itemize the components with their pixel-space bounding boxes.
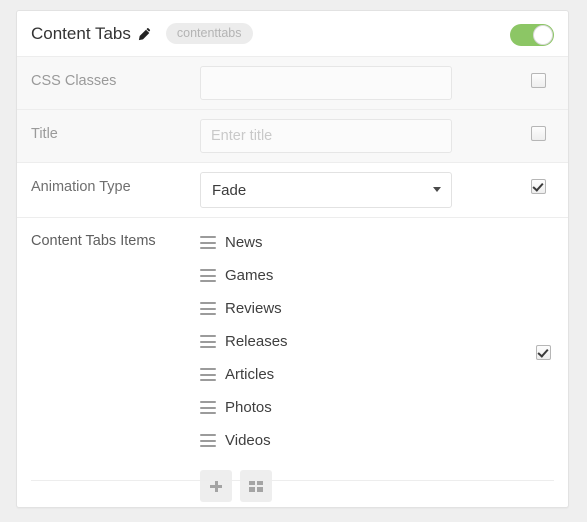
page-title: Content Tabs: [31, 23, 131, 43]
drag-handle-icon[interactable]: [200, 302, 216, 315]
list-item[interactable]: Reviews: [200, 292, 508, 325]
row-animation-type: Animation Type Fade: [17, 162, 568, 217]
row-field-title: [200, 110, 508, 162]
list-item-label: Reviews: [225, 300, 282, 317]
row-label-animation-type: Animation Type: [31, 179, 131, 195]
pencil-icon[interactable]: [138, 27, 152, 41]
list-item-label: Articles: [225, 366, 275, 383]
override-checkbox-title[interactable]: [530, 126, 546, 141]
row-field-animation-type: Fade: [200, 163, 508, 217]
row-field-css-classes: [200, 57, 508, 109]
row-label-css-classes: CSS Classes: [31, 73, 117, 89]
list-item[interactable]: News: [200, 226, 508, 259]
list-item[interactable]: Photos: [200, 391, 508, 424]
row-label-content-tabs-items: Content Tabs Items: [31, 233, 156, 249]
css-classes-input[interactable]: [200, 66, 452, 100]
toggle-knob: [533, 25, 553, 45]
list-item-label: Videos: [225, 432, 271, 449]
list-item[interactable]: Releases: [200, 325, 508, 358]
enable-toggle[interactable]: [510, 24, 554, 46]
settings-rows: CSS Classes Title Animation Type Fa: [17, 56, 568, 502]
list-item-label: News: [225, 234, 263, 251]
title-input[interactable]: [200, 119, 452, 153]
override-checkbox-css-classes[interactable]: [530, 73, 546, 88]
list-item-label: Releases: [225, 333, 288, 350]
panel-header: Content Tabs contenttabs: [17, 11, 568, 56]
row-css-classes: CSS Classes: [17, 56, 568, 109]
row-check-animation-type: [508, 163, 568, 194]
list-item-label: Photos: [225, 399, 272, 416]
row-content-tabs-items: Content Tabs Items News Games Reviews Re…: [17, 217, 568, 502]
content-tabs-items-list: News Games Reviews Releases Articles Pho…: [200, 218, 508, 502]
list-item[interactable]: Videos: [200, 424, 508, 457]
drag-handle-icon[interactable]: [200, 434, 216, 447]
row-check-css-classes: [508, 57, 568, 88]
machine-name-badge: contenttabs: [165, 22, 253, 45]
row-check-title: [508, 110, 568, 141]
drag-handle-icon[interactable]: [200, 368, 216, 381]
drag-handle-icon[interactable]: [200, 401, 216, 414]
list-item-label: Games: [225, 267, 274, 284]
drag-handle-icon[interactable]: [200, 269, 216, 282]
list-item[interactable]: Articles: [200, 358, 508, 391]
drag-handle-icon[interactable]: [200, 236, 216, 249]
override-checkbox-content-tabs-items[interactable]: [536, 345, 551, 360]
override-checkbox-animation-type[interactable]: [530, 179, 546, 194]
content-tabs-panel: Content Tabs contenttabs CSS Classes Tit…: [16, 10, 569, 508]
animation-type-select-wrap: Fade: [200, 172, 452, 208]
panel-footer: [31, 480, 554, 507]
row-label-title: Title: [31, 126, 58, 142]
animation-type-select[interactable]: Fade: [200, 172, 452, 208]
drag-handle-icon[interactable]: [200, 335, 216, 348]
list-item[interactable]: Games: [200, 259, 508, 292]
row-title: Title: [17, 109, 568, 162]
